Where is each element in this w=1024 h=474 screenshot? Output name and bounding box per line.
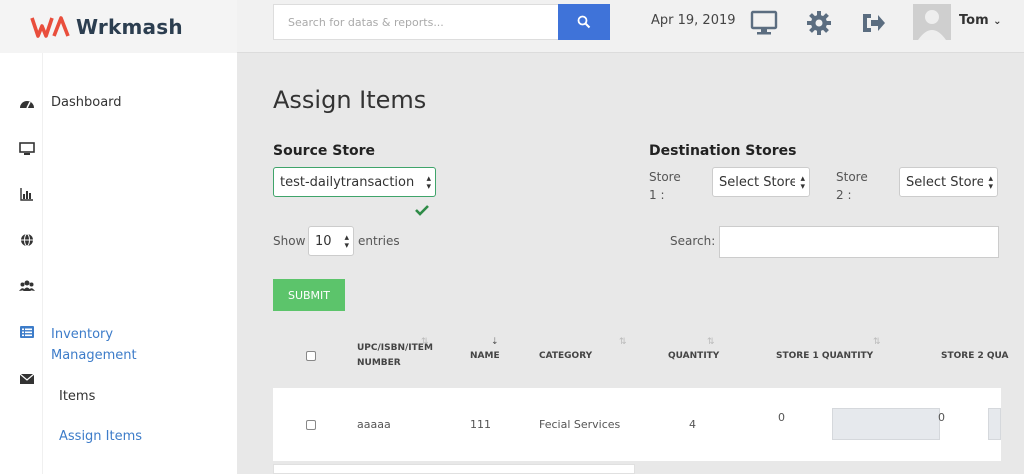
sort-icon[interactable]: ⇅	[873, 337, 881, 347]
cell-store-1-quantity: 0	[778, 411, 785, 424]
select-arrows-icon: ▴ ▾	[344, 233, 349, 251]
select-arrows-icon: ▴ ▾	[988, 174, 993, 192]
horizontal-scrollbar[interactable]	[273, 464, 635, 474]
brand-name: Wrkmash	[76, 14, 183, 39]
store-1-value: Select Store	[719, 174, 795, 190]
submit-button[interactable]: SUBMIT	[273, 279, 345, 311]
source-store-select[interactable]: test-dailytransaction ▴ ▾	[273, 167, 436, 197]
column-header-category[interactable]: CATEGORY	[539, 349, 592, 364]
globe-icon[interactable]	[19, 232, 35, 248]
store-2-label-text: Store	[836, 170, 868, 184]
monitor-icon[interactable]	[750, 10, 778, 36]
search-icon	[577, 15, 591, 29]
store-2-select[interactable]: Select Store ▴ ▾	[899, 167, 998, 197]
global-search	[273, 4, 610, 40]
logout-icon[interactable]	[860, 10, 886, 36]
source-store-value: test-dailytransaction	[280, 174, 415, 190]
store-2-label: Store 2 :	[836, 168, 868, 204]
page-title: Assign Items	[273, 86, 427, 114]
top-header: Wrkmash Apr 19, 2019	[0, 0, 1024, 53]
search-button[interactable]	[558, 4, 610, 40]
wrkmash-logo-icon	[30, 15, 70, 38]
sort-ascending-icon[interactable]: ⇣	[491, 337, 499, 347]
table-search-input[interactable]	[719, 226, 999, 258]
store-1-select[interactable]: Select Store ▴ ▾	[712, 167, 810, 197]
entries-label: entries	[358, 234, 400, 248]
column-header-name[interactable]: NAME	[470, 349, 500, 364]
sidebar-item-dashboard[interactable]: Dashboard	[51, 95, 122, 110]
store-1-label-text: Store	[649, 170, 681, 184]
store-1-label-num: 1 :	[649, 188, 665, 202]
cell-name: 111	[470, 418, 491, 431]
user-menu[interactable]: Tom ⌄	[959, 13, 1002, 28]
column-header-label: NUMBER	[357, 358, 401, 368]
current-date: Apr 19, 2019	[651, 13, 736, 28]
column-header-store-2-quantity[interactable]: STORE 2 QUA	[941, 349, 1009, 364]
sidebar-subitem-items[interactable]: Items	[59, 389, 95, 404]
store-2-label-num: 2 :	[836, 188, 852, 202]
sort-icon[interactable]: ⇅	[619, 337, 627, 347]
page-length-select[interactable]: 10 ▴ ▾	[308, 226, 354, 256]
table-row: aaaaa 111 Fecial Services 4 0 0	[273, 388, 1001, 461]
row-checkbox[interactable]	[306, 420, 316, 430]
sidebar: Dashboard Inventory Management Items Ass…	[0, 53, 237, 474]
user-name: Tom	[959, 13, 989, 28]
column-header-store-1-quantity[interactable]: STORE 1 QUANTITY	[776, 349, 873, 364]
list-icon[interactable]	[19, 324, 35, 340]
sidebar-item-label: Inventory	[51, 327, 114, 342]
bar-chart-icon[interactable]	[19, 186, 35, 202]
store-1-quantity-input[interactable]	[832, 408, 940, 440]
sidebar-rail	[42, 53, 43, 474]
check-icon	[415, 205, 429, 216]
sort-icon[interactable]: ⇅	[707, 337, 715, 347]
destination-stores-heading: Destination Stores	[649, 143, 797, 159]
monitor-icon[interactable]	[19, 141, 35, 157]
avatar[interactable]	[913, 4, 951, 40]
select-arrows-icon: ▴ ▾	[800, 174, 805, 192]
cell-category: Fecial Services	[539, 418, 621, 431]
chevron-down-icon: ⌄	[993, 16, 1002, 27]
store-2-quantity-input[interactable]	[988, 408, 1001, 440]
table-search-label: Search:	[670, 234, 716, 248]
cell-upc: aaaaa	[357, 418, 391, 431]
sidebar-item-label: Management	[51, 348, 137, 363]
store-1-label: Store 1 :	[649, 168, 681, 204]
select-arrows-icon: ▴ ▾	[426, 174, 431, 192]
user-avatar-icon	[913, 4, 951, 40]
users-icon[interactable]	[19, 278, 35, 294]
column-header-quantity[interactable]: QUANTITY	[668, 349, 719, 364]
cell-store-2-quantity: 0	[938, 411, 945, 424]
gear-icon[interactable]	[806, 10, 832, 36]
source-store-heading: Source Store	[273, 143, 376, 159]
select-all-checkbox[interactable]	[306, 351, 316, 361]
global-search-input[interactable]	[273, 4, 558, 40]
page-length-value: 10	[315, 233, 332, 249]
dashboard-icon[interactable]	[19, 96, 35, 112]
sidebar-item-inventory-management[interactable]: Inventory Management	[51, 324, 137, 366]
store-2-value: Select Store	[906, 174, 983, 190]
brand-logo[interactable]: Wrkmash	[0, 0, 237, 53]
cell-quantity: 4	[689, 418, 696, 431]
show-label: Show	[273, 234, 306, 248]
envelope-icon[interactable]	[19, 371, 35, 387]
sort-icon[interactable]: ⇅	[421, 337, 429, 347]
sidebar-subitem-assign-items[interactable]: Assign Items	[59, 429, 142, 444]
